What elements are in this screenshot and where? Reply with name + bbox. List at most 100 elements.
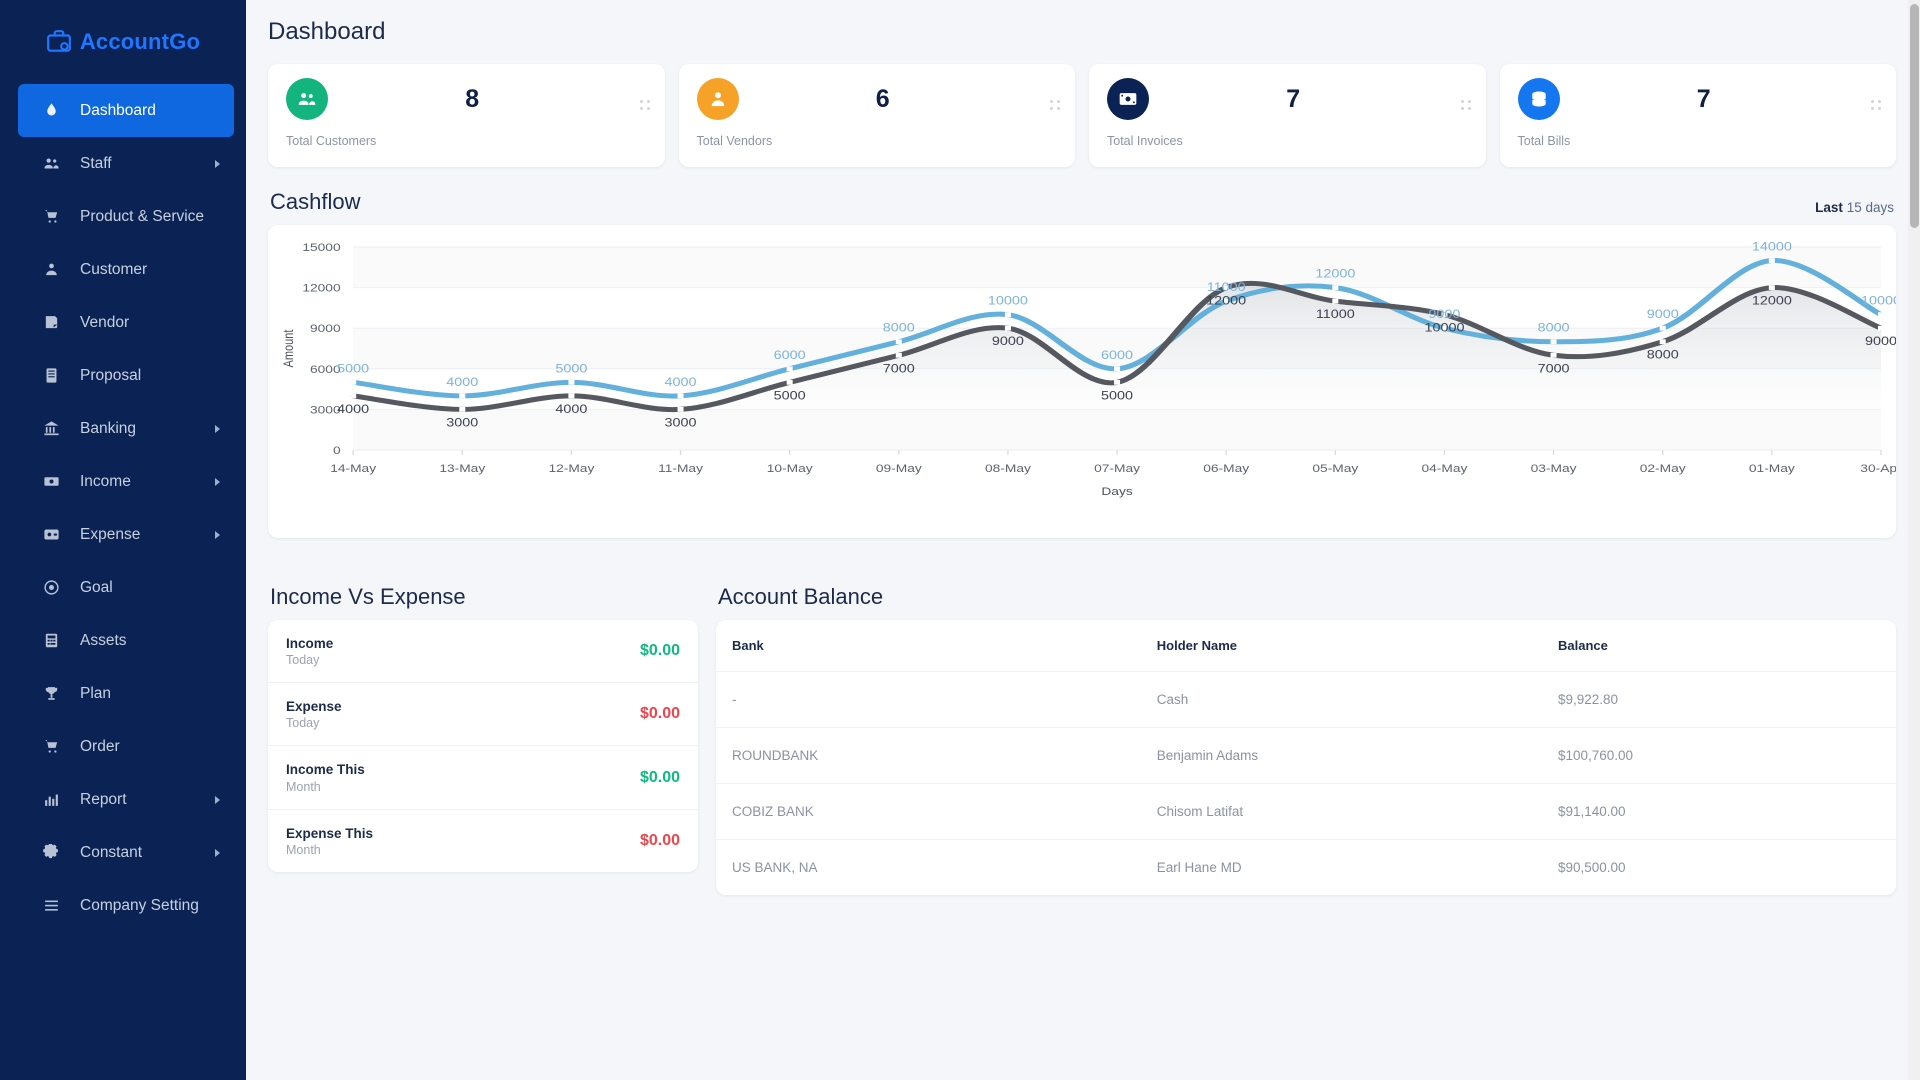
y-axis-tick: 0: [333, 444, 341, 456]
bottom-section: Income Vs Expense Income Today $0.00 Expens…: [268, 562, 1896, 895]
note-icon: [40, 312, 62, 334]
stat-card-total-bills[interactable]: 7 Total Bills: [1499, 64, 1896, 167]
sidebar-item-dashboard[interactable]: Dashboard: [18, 84, 234, 137]
brand-logo[interactable]: AccountGo: [0, 0, 246, 84]
sidebar-item-staff[interactable]: Staff: [18, 137, 234, 190]
chart-point: [1550, 352, 1557, 358]
stat-card-total-vendors[interactable]: 6 Total Vendors: [678, 64, 1075, 167]
cashflow-header: Cashflow Last 15 days: [270, 189, 1894, 215]
sidebar-item-goal[interactable]: Goal: [18, 561, 234, 614]
ie-label-group: Income Today: [286, 635, 333, 667]
chart-point: [1659, 325, 1666, 331]
sidebar-item-customer[interactable]: Customer: [18, 243, 234, 296]
x-axis-tick: 12-May: [548, 462, 595, 474]
sidebar-item-label: Expense: [80, 525, 141, 543]
stat-card-total-customers[interactable]: 8 Total Customers: [268, 64, 665, 167]
sidebar-item-vendor[interactable]: Vendor: [18, 296, 234, 349]
cashflow-title: Cashflow: [270, 189, 361, 214]
column-header-holder-name: Holder Name: [1140, 620, 1542, 672]
chart-data-label: 9000: [1647, 308, 1679, 321]
stat-value: 7: [1696, 84, 1711, 113]
column-header-bank: Bank: [716, 620, 1141, 672]
sidebar-item-label: Dashboard: [80, 101, 156, 119]
sidebar-item-label: Report: [80, 790, 127, 808]
cell-bank: ROUNDBANK: [716, 727, 1141, 784]
chart-point: [1768, 258, 1775, 263]
sidebar-item-income[interactable]: Income: [18, 455, 234, 508]
x-axis-tick: 06-May: [1203, 462, 1250, 474]
invoice-icon: [1107, 78, 1149, 120]
ie-amount: $0.00: [639, 768, 680, 786]
money-icon: [40, 471, 62, 493]
target-icon: [40, 577, 62, 599]
dashboard-app: AccountGo Dashboard Staff Product & Servic…: [0, 0, 1920, 1080]
y-axis-label: Amount: [281, 329, 296, 367]
stat-card-total-invoices[interactable]: 7 Total Invoices: [1089, 64, 1486, 167]
column-header-balance: Balance: [1541, 620, 1896, 672]
income-expense-column: Income Vs Expense Income Today $0.00 Expens…: [268, 562, 698, 895]
sidebar-item-label: Proposal: [80, 366, 142, 384]
chart-point: [459, 393, 466, 399]
chart-data-label: 8000: [883, 321, 915, 334]
bank-icon: [40, 418, 62, 440]
sidebar-item-proposal[interactable]: Proposal: [18, 349, 234, 402]
cell-holder: Chisom Latifat: [1140, 783, 1542, 840]
sliders-icon: [40, 895, 62, 917]
chart-point: [350, 379, 357, 385]
chart-point: [677, 407, 684, 412]
chart-point: [1550, 339, 1557, 345]
cell-holder: Earl Hane MD: [1156, 860, 1242, 875]
x-axis-tick: 02-May: [1640, 462, 1687, 474]
scrollbar-thumb[interactable]: [1910, 4, 1919, 228]
cashflow-range-value: 15 days: [1846, 200, 1894, 215]
y-axis-tick: 12000: [302, 282, 340, 294]
stat-top: 7: [1107, 78, 1468, 120]
chart-data-label: 4000: [337, 402, 369, 415]
income-expense-row: Income Today $0.00: [268, 620, 698, 684]
sidebar-nav: Dashboard Staff Product & Service Customer V…: [0, 84, 246, 1080]
sidebar-item-company-setting[interactable]: Company Setting: [18, 879, 234, 932]
briefcase-user-icon: [46, 29, 72, 55]
chart-point: [459, 407, 466, 412]
chart-data-label: 4000: [555, 402, 587, 415]
sidebar-item-product-service[interactable]: Product & Service: [18, 190, 234, 243]
chart-point: [1004, 312, 1011, 318]
ie-amount: $0.00: [639, 831, 680, 849]
sidebar-item-label: Goal: [80, 578, 113, 596]
trophy-icon: [40, 683, 62, 705]
drag-handle-icon[interactable]: [1871, 100, 1883, 112]
chart-data-label: 11000: [1316, 308, 1355, 321]
x-axis-tick: 11-May: [658, 462, 704, 474]
sidebar-item-banking[interactable]: Banking: [18, 402, 234, 455]
chart-data-label: 9000: [1428, 308, 1460, 321]
chart-data-label: 4000: [446, 375, 478, 388]
cell-holder: Benjamin Adams: [1140, 727, 1542, 784]
chart-data-label: 7000: [1538, 362, 1570, 375]
drag-handle-icon[interactable]: [639, 100, 652, 112]
chart-data-label: 5000: [774, 389, 806, 402]
income-expense-panel: Income Today $0.00 Expense Today $0.00 Income …: [268, 620, 698, 872]
user-icon: [696, 78, 739, 120]
sidebar-item-report[interactable]: Report: [18, 773, 234, 826]
cashflow-range[interactable]: Last 15 days: [1815, 200, 1894, 215]
x-axis-label: Days: [1101, 485, 1132, 497]
sidebar-item-order[interactable]: Order: [18, 720, 234, 773]
ie-amount: $0.00: [639, 705, 680, 723]
x-axis-tick: 05-May: [1312, 462, 1359, 474]
stat-top: 7: [1517, 78, 1879, 120]
sidebar-item-label: Plan: [80, 684, 112, 702]
drag-handle-icon[interactable]: [1050, 100, 1062, 112]
sidebar-item-expense[interactable]: Expense: [18, 508, 234, 561]
chart-data-label: 6000: [774, 348, 806, 361]
table-row: COBIZ BANK Chisom Latifat $91,140.00: [716, 783, 1896, 840]
chart-data-label: 9000: [992, 335, 1024, 348]
stat-label: Total Invoices: [1107, 134, 1183, 148]
income-expense-header: Income Vs Expense: [270, 584, 696, 610]
page-scrollbar[interactable]: [1908, 0, 1920, 1080]
drag-handle-icon[interactable]: [1460, 100, 1473, 112]
list-icon: [40, 365, 62, 387]
account-balance-column: Account Balance Bank Holder Name Balance -…: [716, 562, 1896, 895]
sidebar-item-assets[interactable]: Assets: [18, 614, 234, 667]
sidebar-item-constant[interactable]: Constant: [18, 826, 234, 879]
sidebar-item-plan[interactable]: Plan: [18, 667, 234, 720]
